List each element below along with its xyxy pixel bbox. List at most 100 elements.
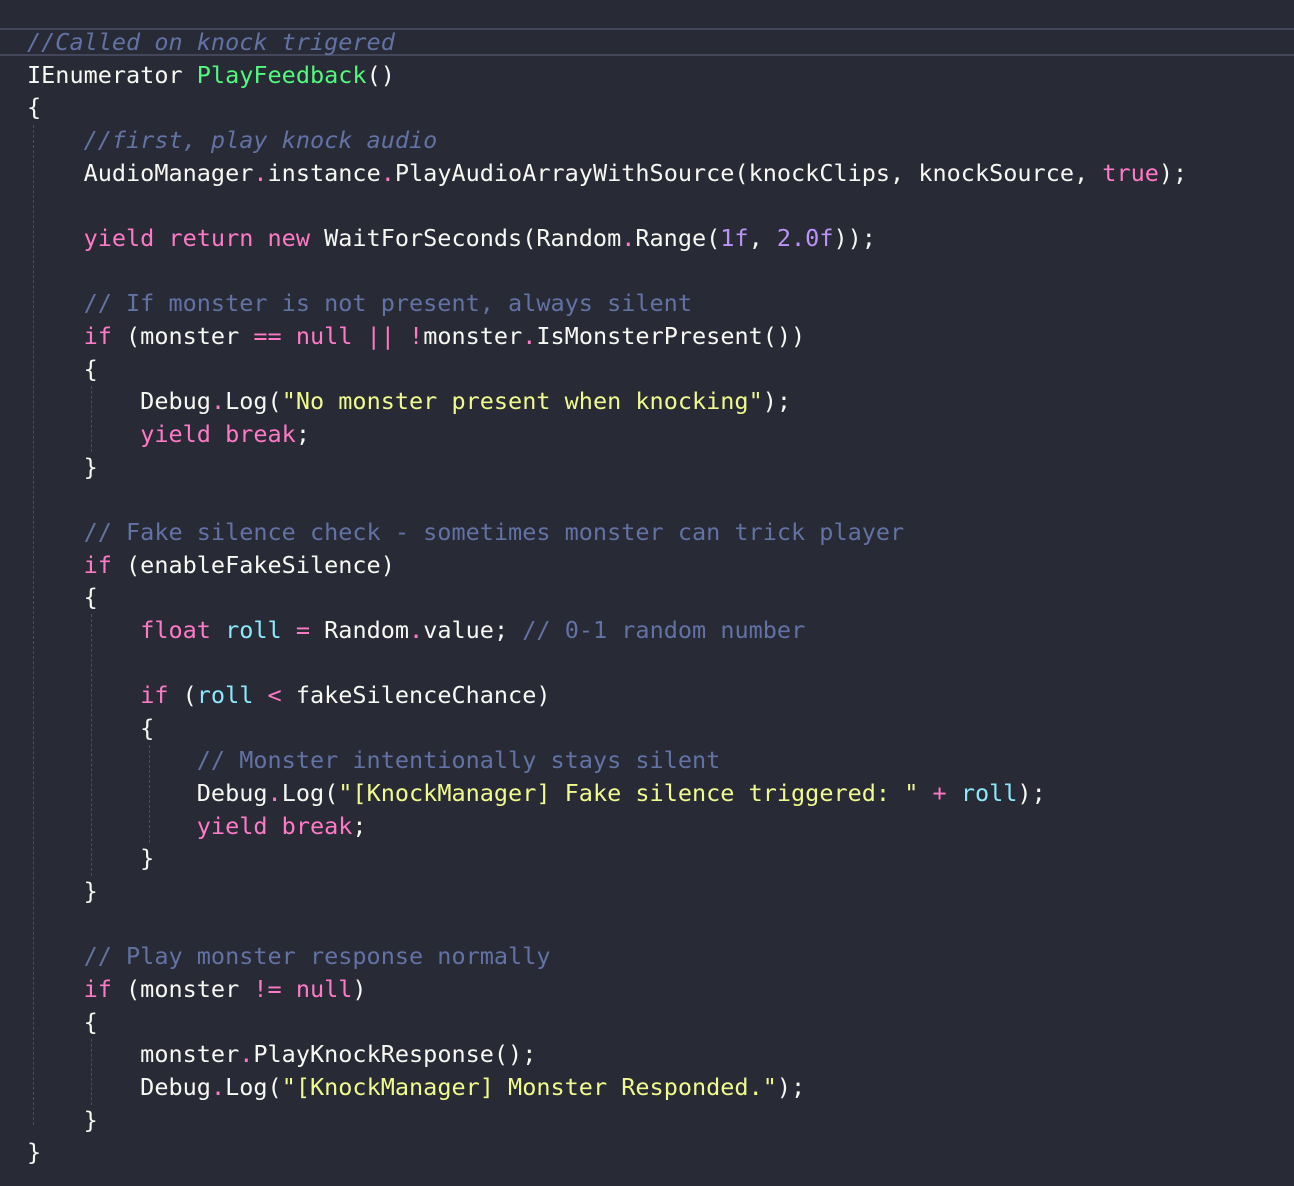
code-line[interactable]: } [27, 451, 1287, 484]
code-line[interactable]: Debug.Log("[KnockManager] Monster Respon… [27, 1071, 1287, 1104]
code-line[interactable]: yield break; [27, 418, 1287, 451]
code-token: Range( [635, 223, 721, 252]
code-token: { [27, 583, 98, 612]
code-token: PlayFeedback [196, 60, 367, 89]
code-token: Log( [225, 387, 282, 416]
code-line[interactable]: { [27, 712, 1287, 745]
code-token: float [140, 615, 211, 644]
code-token: "[KnockManager] Monster Responded." [281, 1073, 777, 1101]
code-token: yield break [140, 419, 296, 448]
code-line[interactable]: if (enableFakeSilence) [27, 549, 1287, 582]
code-token: ! [409, 321, 424, 350]
code-line[interactable]: { [27, 91, 1287, 124]
code-line[interactable]: if (monster == null || !monster.IsMonste… [27, 320, 1287, 353]
code-token: roll [196, 681, 254, 710]
code-token: (monster [111, 975, 254, 1004]
code-token: ; [352, 811, 367, 840]
code-token: + [932, 779, 947, 808]
code-line[interactable]: } [27, 842, 1287, 875]
code-line[interactable]: { [27, 1006, 1287, 1039]
code-line[interactable]: Debug.Log("[KnockManager] Fake silence t… [27, 777, 1287, 810]
code-token: "[KnockManager] Fake silence triggered: … [338, 779, 919, 808]
code-token: . [380, 158, 395, 187]
code-token: != [253, 975, 282, 1004]
code-token: . [522, 321, 537, 350]
code-token: IsMonsterPresent()) [536, 321, 806, 350]
code-line[interactable]: monster.PlayKnockResponse(); [27, 1038, 1287, 1071]
code-line[interactable]: yield break; [27, 810, 1287, 843]
code-line[interactable] [27, 646, 1287, 679]
code-token: = [295, 615, 310, 644]
code-token: , [748, 223, 777, 252]
code-token: 2.0f [776, 223, 834, 252]
code-token: instance [267, 158, 381, 187]
code-line[interactable]: // If monster is not present, always sil… [27, 287, 1287, 320]
code-line[interactable]: // Monster intentionally stays silent [27, 744, 1287, 777]
code-line[interactable]: float roll = Random.value; // 0-1 random… [27, 614, 1287, 647]
code-line[interactable]: } [27, 1104, 1287, 1137]
code-token: } [27, 877, 98, 906]
code-line[interactable]: Debug.Log("No monster present when knock… [27, 385, 1287, 418]
code-token: if [83, 321, 112, 350]
code-token: } [27, 844, 155, 873]
code-token: . [409, 615, 424, 644]
code-line[interactable]: { [27, 353, 1287, 386]
code-token: () [366, 60, 395, 89]
code-token: ); [1158, 158, 1188, 187]
code-token: if [140, 681, 169, 710]
code-token: // Monster intentionally stays silent [196, 746, 721, 775]
code-token: < [267, 681, 282, 710]
code-line[interactable]: //first, play knock audio [27, 124, 1287, 157]
code-token: null [295, 321, 353, 350]
code-line[interactable]: yield return new WaitForSeconds(Random.R… [27, 222, 1287, 255]
code-line[interactable] [27, 483, 1287, 516]
code-line[interactable]: if (roll < fakeSilenceChance) [27, 679, 1287, 712]
code-token: ) [352, 975, 367, 1004]
code-token: roll [960, 779, 1018, 808]
code-line[interactable]: // Fake silence check - sometimes monste… [27, 516, 1287, 549]
code-token: ); [1017, 779, 1046, 808]
code-line[interactable] [27, 189, 1287, 222]
code-line[interactable]: } [27, 875, 1287, 908]
code-token: . [267, 779, 282, 808]
code-token: } [27, 452, 98, 481]
code-token: (enableFakeSilence) [111, 550, 395, 579]
code-line[interactable]: { [27, 581, 1287, 614]
code-line[interactable]: // Play monster response normally [27, 940, 1287, 973]
code-token: ( [168, 681, 197, 710]
code-editor[interactable]: //Called on knock trigered IEnumerator Pl… [0, 0, 1294, 1186]
code-token: ); [776, 1073, 806, 1101]
code-token: value; [423, 615, 523, 644]
code-line[interactable]: if (monster != null) [27, 973, 1287, 1006]
code-token: Debug [27, 779, 268, 808]
code-token: { [27, 1007, 98, 1036]
code-token: "No monster present when knocking" [281, 387, 763, 416]
code-token: } [27, 1105, 98, 1134]
code-line[interactable]: IEnumerator PlayFeedback() [27, 59, 1287, 92]
code-block[interactable]: //Called on knock trigered IEnumerator Pl… [27, 26, 1287, 1169]
code-token: . [621, 223, 636, 252]
code-token: Debug [27, 387, 211, 416]
code-line[interactable] [27, 908, 1287, 941]
code-line[interactable] [27, 255, 1287, 288]
code-token: true [1102, 158, 1159, 187]
code-token: Random [310, 615, 410, 644]
code-token: ; [295, 419, 310, 448]
code-line[interactable]: AudioManager.instance.PlayAudioArrayWith… [27, 157, 1287, 190]
code-token: monster [423, 321, 523, 350]
code-token: yield break [196, 811, 353, 840]
code-token: { [27, 93, 42, 122]
code-line[interactable]: //Called on knock trigered [27, 26, 1287, 59]
code-token: //Called on knock trigered [27, 28, 395, 56]
code-token: . [253, 158, 268, 187]
code-line[interactable]: } [27, 1136, 1287, 1169]
